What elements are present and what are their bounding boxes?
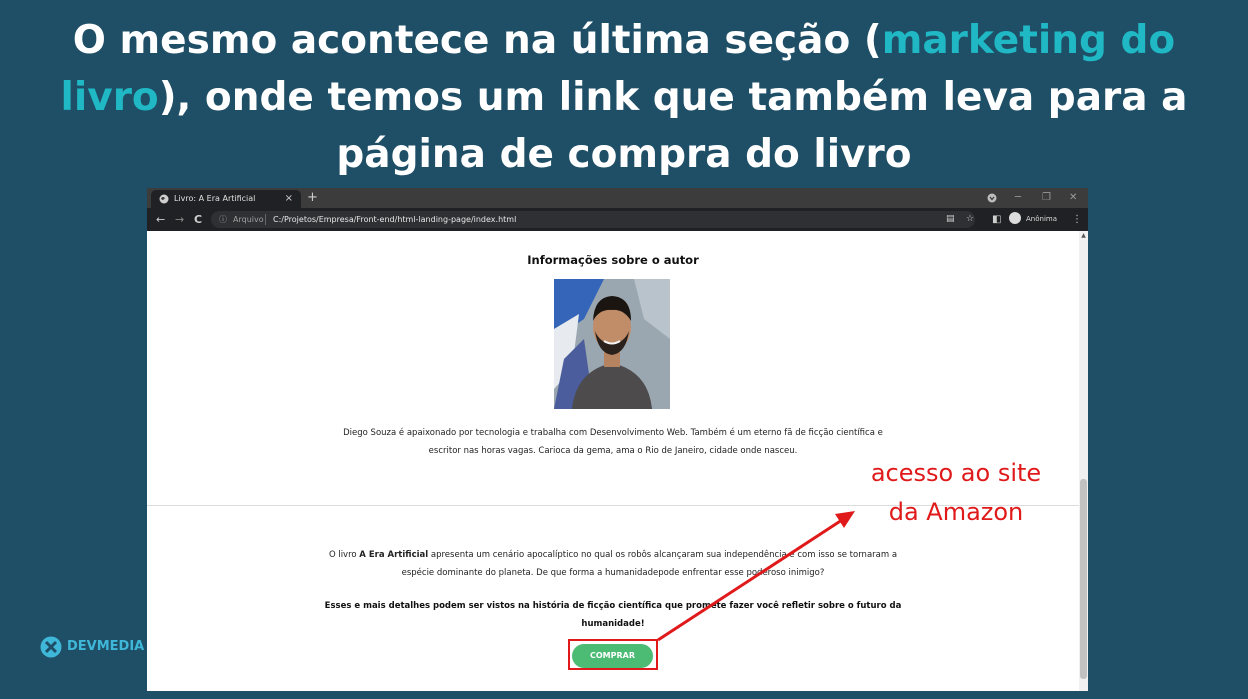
slide-title: O mesmo acontece na última seção (market… (40, 12, 1208, 183)
browser-tab[interactable]: Livro: A Era Artificial × (151, 190, 301, 208)
scroll-up-arrow-icon[interactable]: ▲ (1079, 231, 1088, 240)
info-icon[interactable]: ⓘ (219, 211, 227, 228)
devmedia-logo-text: DEVMEDIA (67, 639, 145, 654)
slide-title-after: ), onde temos um link que também leva pa… (158, 75, 1188, 177)
book-desc-suffix: apresenta um cenário apocalíptico no qua… (401, 550, 898, 578)
tab-title: Livro: A Era Artificial (174, 194, 256, 203)
author-heading: Informações sobre o autor (527, 253, 699, 267)
book-desc-prefix: O livro (328, 550, 360, 560)
scroll-thumb[interactable] (1080, 479, 1087, 679)
scrollbar[interactable]: ▲ (1079, 231, 1088, 691)
annotation-line-2: da Amazon (888, 498, 1024, 526)
bookmark-star-icon[interactable]: ☆ (966, 211, 974, 228)
scheme-label: Arquivo (233, 215, 264, 224)
close-window-button[interactable]: ✕ (1069, 188, 1077, 208)
buy-button-highlight (568, 639, 658, 670)
avatar[interactable] (1009, 212, 1021, 224)
globe-icon (159, 194, 169, 204)
menu-icon[interactable]: ⋮ (1072, 211, 1082, 228)
tab-search-icon[interactable] (987, 193, 997, 203)
maximize-button[interactable]: ❐ (1042, 188, 1051, 208)
book-cta-text: Esses e mais detalhes podem ser vistos n… (324, 601, 902, 629)
tab-close-icon[interactable]: × (285, 190, 293, 208)
forward-button[interactable]: → (175, 211, 184, 228)
annotation-line-1: acesso ao site (870, 459, 1042, 487)
url-input[interactable]: ⓘ Arquivo C:/Projetos/Empresa/Front-end/… (211, 211, 975, 228)
url-text[interactable]: C:/Projetos/Empresa/Front-end/html-landi… (273, 211, 516, 228)
profile-name[interactable]: Anônima (1026, 211, 1057, 228)
book-description: O livro A Era Artificial apresenta um ce… (317, 546, 909, 582)
browser-window: Livro: A Era Artificial × + ─ ❐ ✕ ← → C … (147, 188, 1088, 691)
new-tab-button[interactable]: + (307, 189, 318, 207)
book-title: A Era Artificial (359, 550, 429, 560)
annotation-text: acesso ao site da Amazon (846, 454, 1066, 532)
translate-icon[interactable]: ▤ (946, 211, 955, 228)
slide-title-before: O mesmo acontece na última seção ( (72, 18, 882, 63)
tab-bar: Livro: A Era Artificial × + ─ ❐ ✕ (147, 188, 1088, 208)
author-photo-image (554, 279, 670, 409)
devmedia-logo-icon (40, 636, 62, 658)
reload-button[interactable]: C (194, 211, 202, 228)
side-panel-icon[interactable]: ◧ (992, 211, 1001, 228)
url-separator (265, 214, 266, 225)
back-button[interactable]: ← (156, 211, 165, 228)
minimize-button[interactable]: ─ (1015, 188, 1021, 208)
author-photo (554, 279, 670, 409)
address-bar: ← → C ⓘ Arquivo C:/Projetos/Empresa/Fron… (147, 208, 1088, 231)
author-bio: Diego Souza é apaixonado por tecnologia … (343, 428, 883, 456)
